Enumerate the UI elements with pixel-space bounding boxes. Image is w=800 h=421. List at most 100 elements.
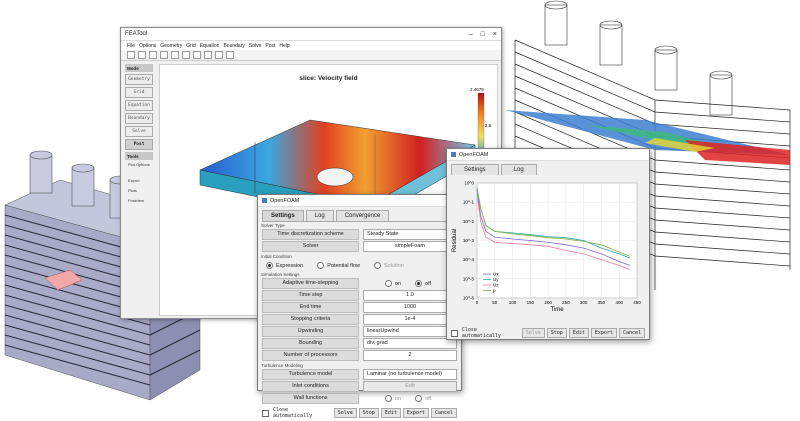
convergence-dialog-titlebar: OpenFOAM: [447, 149, 649, 161]
end-time-label: End time: [262, 302, 359, 313]
undo-icon[interactable]: [160, 51, 168, 59]
tool-postview[interactable]: Postview: [125, 198, 153, 208]
x-axis-label: Time: [550, 307, 564, 313]
adaptive-on-radio[interactable]: on: [384, 280, 401, 287]
menu-file[interactable]: File: [127, 43, 135, 49]
bounding-label: Bounding: [262, 338, 359, 349]
row-stopping: Stopping criteria 1e-4: [262, 314, 457, 325]
export-button[interactable]: Export: [402, 408, 429, 418]
y-tick-label: 10^-2: [463, 219, 475, 224]
init-potential-flow-radio[interactable]: Potential flow: [317, 262, 360, 269]
tab-settings-2[interactable]: Settings: [451, 164, 499, 175]
toolbar: [121, 50, 501, 61]
bounding-input[interactable]: div, grad: [363, 338, 457, 349]
tool-export[interactable]: Export: [125, 178, 153, 188]
close-icon[interactable]: ×: [493, 31, 497, 38]
tools-header: Tools: [125, 152, 153, 160]
x-tick-label: 350: [598, 300, 606, 305]
x-tick-label: 200: [544, 300, 552, 305]
upwinding-label: Upwinding: [262, 326, 359, 337]
wall-on-radio[interactable]: on: [384, 395, 401, 402]
tab-log-2[interactable]: Log: [500, 164, 537, 175]
mode-geometry-button[interactable]: Geometry: [125, 74, 153, 85]
tool-plot-options[interactable]: Plot Options: [125, 162, 153, 172]
adaptive-radios: on off: [359, 280, 457, 287]
close-automatically-label: Close automatically: [272, 407, 313, 419]
rotate-icon[interactable]: [193, 51, 201, 59]
maximize-icon[interactable]: □: [481, 31, 485, 38]
convergence-buttons: Solve Stop Edit Export Cancel: [521, 328, 645, 338]
stop-button[interactable]: Stop: [358, 408, 379, 418]
grid-icon[interactable]: [215, 51, 223, 59]
wall-functions-label: Wall functions: [262, 393, 359, 404]
mode-header: Mode: [125, 64, 153, 72]
app-title: FEATool: [125, 31, 148, 37]
close-automatically-label-2: Close automatically: [461, 327, 502, 339]
end-time-input[interactable]: 1000: [363, 302, 457, 313]
solve-button[interactable]: Solve: [333, 408, 357, 418]
solve-button-2[interactable]: Solve: [521, 328, 545, 338]
minimize-icon[interactable]: –: [469, 31, 473, 38]
adaptive-off-radio[interactable]: off: [415, 280, 431, 287]
edit-button[interactable]: Edit: [380, 408, 401, 418]
openfoam-logo-icon: [451, 152, 456, 157]
y-tick-label: 10^-4: [463, 257, 475, 262]
adaptive-label: Adaptive time-stepping: [262, 278, 359, 289]
menu-options[interactable]: Options: [139, 43, 156, 49]
menu-boundary[interactable]: Boundary: [223, 43, 244, 49]
reset-view-icon[interactable]: [204, 51, 212, 59]
save-icon[interactable]: [149, 51, 157, 59]
new-file-icon[interactable]: [127, 51, 135, 59]
x-tick-label: 0: [476, 300, 479, 305]
stop-button-2[interactable]: Stop: [546, 328, 567, 338]
upwinding-select[interactable]: linearUpwind: [363, 326, 457, 337]
tab-convergence[interactable]: Convergence: [335, 210, 390, 221]
legend-label: Uy: [493, 277, 499, 282]
row-turbulence: Turbulence model Laminar (no turbulence …: [262, 369, 457, 380]
menu-help[interactable]: Help: [279, 43, 289, 49]
processors-input[interactable]: 2: [363, 350, 457, 361]
mode-grid-button[interactable]: Grid: [125, 87, 153, 98]
openfoam-convergence-dialog: OpenFOAM Settings Log 10^0 10^-1 10^-2 10^-…: [446, 148, 650, 340]
open-file-icon[interactable]: [138, 51, 146, 59]
menu-equation[interactable]: Equation: [200, 43, 220, 49]
mode-post-button[interactable]: Post: [125, 139, 153, 150]
row-processors: Number of processors 2: [262, 350, 457, 361]
row-inlet: Inlet conditions Edit: [262, 381, 457, 392]
menu-solve[interactable]: Solve: [249, 43, 262, 49]
colorbar-mid-label: 2.5: [485, 123, 492, 128]
time-scheme-select[interactable]: Steady State: [363, 229, 457, 240]
tool-plots[interactable]: Plots: [125, 188, 153, 198]
cancel-button[interactable]: Cancel: [430, 408, 457, 418]
zoom-icon[interactable]: [171, 51, 179, 59]
mode-solve-button[interactable]: Solve: [125, 126, 153, 137]
init-solution-radio[interactable]: Solution: [373, 262, 404, 269]
tab-log[interactable]: Log: [305, 210, 334, 221]
residual-chart: 10^0 10^-1 10^-2 10^-3 10^-4 10^-5 10^-60 50 100…: [452, 181, 641, 314]
close-automatically-checkbox[interactable]: [262, 409, 269, 417]
export-button-2[interactable]: Export: [590, 328, 617, 338]
pan-icon[interactable]: [182, 51, 190, 59]
tab-settings[interactable]: Settings: [262, 210, 304, 221]
mode-equation-button[interactable]: Equation: [125, 100, 153, 111]
info-icon[interactable]: [226, 51, 234, 59]
time-step-input[interactable]: 1.0: [363, 290, 457, 301]
inlet-edit-button[interactable]: Edit: [363, 381, 457, 392]
wall-off-radio[interactable]: off: [415, 395, 431, 402]
mode-boundary-button[interactable]: Boundary: [125, 113, 153, 124]
menu-post[interactable]: Post: [265, 43, 275, 49]
cancel-button-2[interactable]: Cancel: [618, 328, 645, 338]
menu-grid[interactable]: Grid: [186, 43, 195, 49]
turbulence-select[interactable]: Laminar (no turbulence model): [363, 369, 457, 380]
solver-select[interactable]: simpleFoam: [363, 241, 457, 252]
init-expression-radio[interactable]: Expression: [266, 262, 303, 269]
settings-buttons: Solve Stop Edit Export Cancel: [333, 408, 457, 418]
menu-geometry[interactable]: Geometry: [160, 43, 182, 49]
edit-button-2[interactable]: Edit: [568, 328, 589, 338]
processors-label: Number of processors: [262, 350, 359, 361]
stopping-input[interactable]: 1e-4: [363, 314, 457, 325]
settings-dialog-title: OpenFOAM: [270, 197, 300, 204]
close-automatically-checkbox-2[interactable]: [451, 329, 458, 337]
row-wall-functions: Wall functions on off: [262, 393, 457, 404]
x-tick-label: 250: [562, 300, 570, 305]
